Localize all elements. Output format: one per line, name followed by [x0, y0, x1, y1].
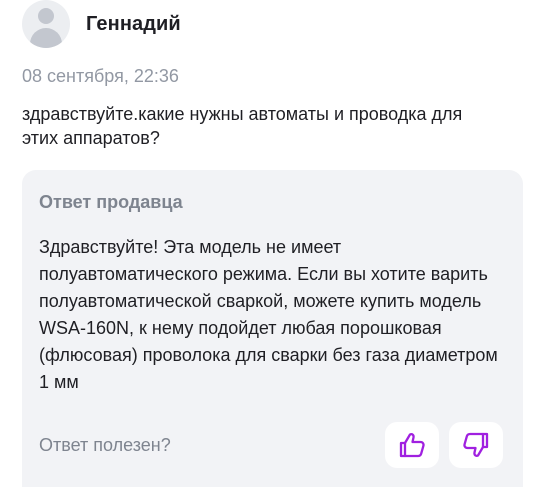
thumbs-up-icon	[399, 433, 425, 458]
dislike-button[interactable]	[449, 422, 503, 468]
helpful-prompt: Ответ полезен?	[39, 434, 171, 455]
author-row: Геннадий	[22, 0, 524, 48]
question-text: здравствуйте.какие нужны автоматы и пров…	[22, 104, 463, 148]
review-date: 08 сентября, 22:36	[22, 66, 179, 86]
answer-text: Здравствуйте! Эта модель не имеет полуав…	[39, 237, 498, 392]
answer-title: Ответ продавца	[39, 192, 183, 212]
author-name: Геннадий	[86, 12, 181, 35]
thumbs-down-icon	[463, 432, 489, 457]
avatar-shoulders	[30, 28, 62, 48]
avatar-head	[38, 8, 54, 24]
seller-answer-card: Ответ продавца Здравствуйте! Эта модель …	[22, 170, 523, 487]
user-avatar-icon	[22, 0, 70, 48]
helpful-row: Ответ полезен?	[39, 422, 503, 468]
like-button[interactable]	[385, 422, 439, 468]
review-item: Геннадий 08 сентября, 22:36 здравствуйте…	[22, 0, 524, 150]
